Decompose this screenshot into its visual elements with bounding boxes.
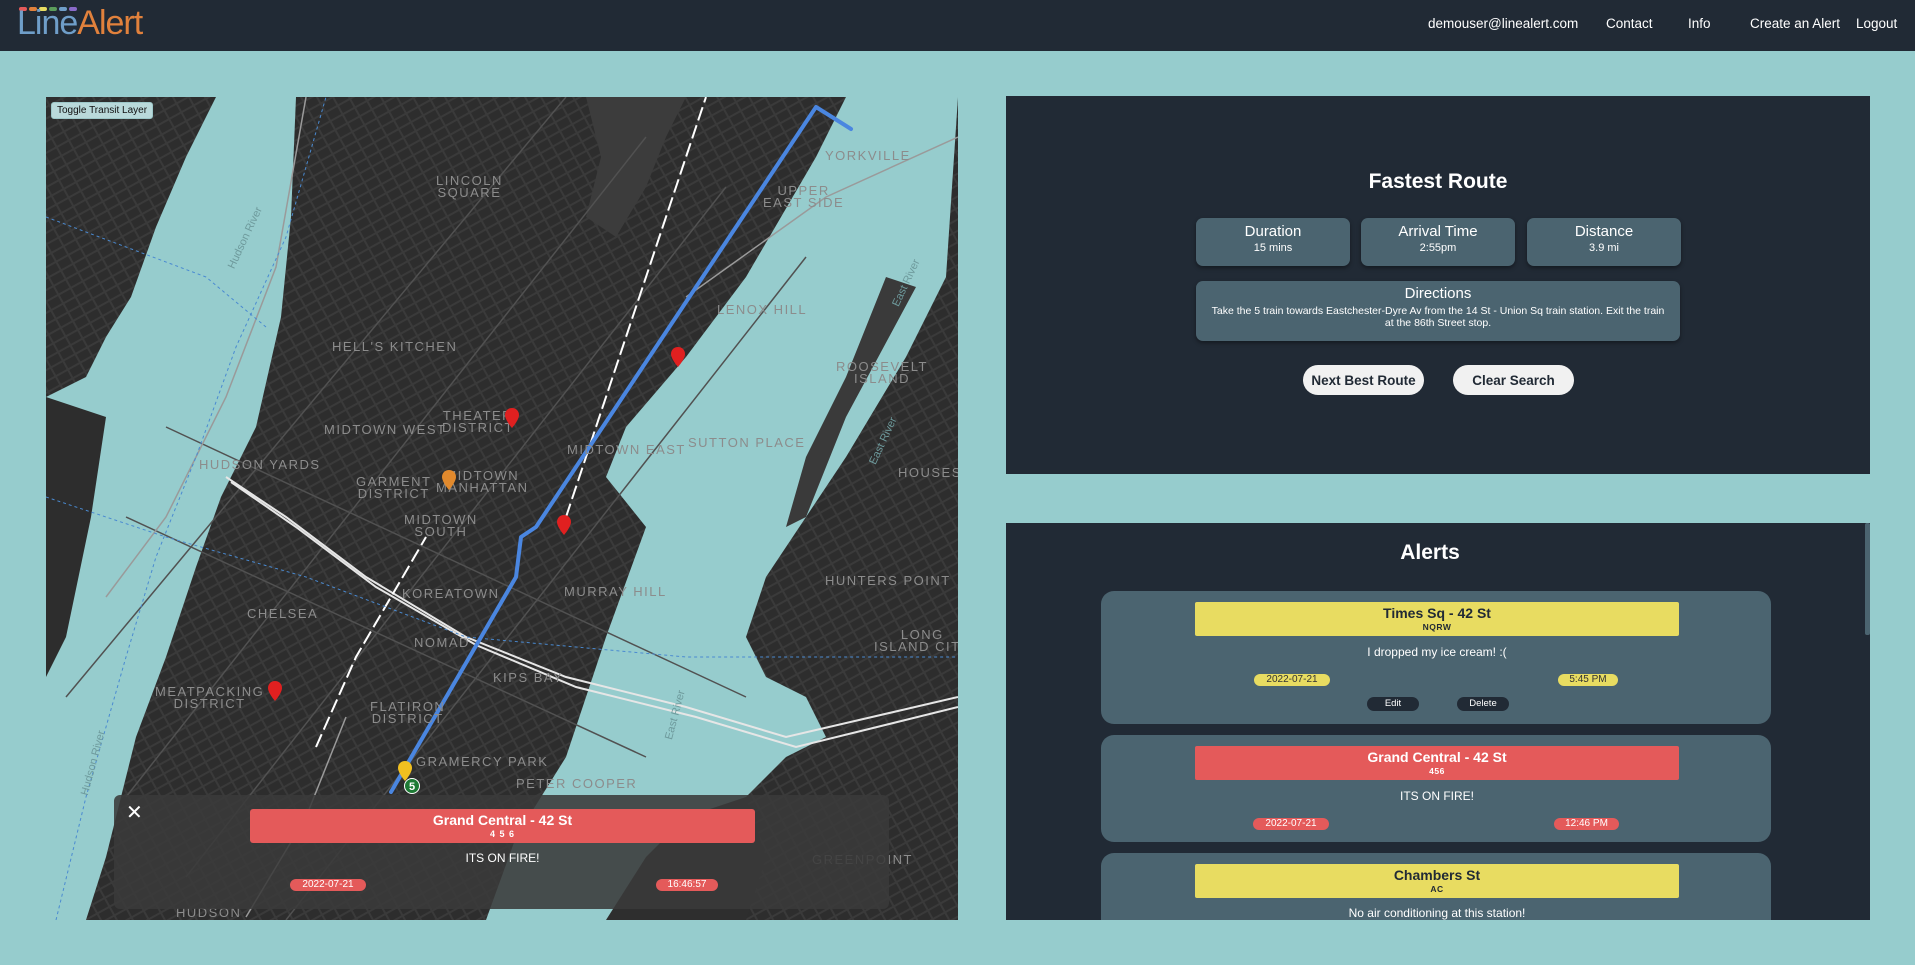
label-roosevelt-island: ROOSEVELT ISLAND <box>836 359 929 386</box>
popup-station-name: Grand Central - 42 St <box>432 812 573 828</box>
label-garment-district: GARMENT DISTRICT <box>356 474 432 501</box>
alert-station-bar: Chambers St AC <box>1195 864 1679 898</box>
nav-info[interactable]: Info <box>1688 16 1711 31</box>
distance-value: 3.9 mi <box>1589 242 1619 254</box>
label-chelsea: CHELSEA <box>247 606 319 621</box>
label-theater-district: THEATER DISTRICT <box>442 408 514 435</box>
duration-box: Duration 15 mins <box>1196 218 1350 266</box>
label-hunters-point: HUNTERS POINT <box>825 573 951 588</box>
clear-search-button[interactable]: Clear Search <box>1453 365 1574 395</box>
alert-time-badge: 12:46 PM <box>1554 818 1619 830</box>
label-yorkville: YORKVILLE <box>825 148 911 163</box>
map-marker-orange-icon[interactable] <box>442 470 456 490</box>
alert-card: Chambers St AC No air conditioning at th… <box>1101 853 1771 920</box>
label-kips-bay: KIPS BAY <box>493 670 564 685</box>
label-peter-cooper: PETER COOPER <box>516 776 638 791</box>
directions-label: Directions <box>1404 285 1472 302</box>
route-panel: Fastest Route Duration 15 mins Arrival T… <box>1006 96 1870 474</box>
map-marker-red-icon[interactable] <box>268 681 282 701</box>
alert-station-lines: AC <box>1430 884 1444 894</box>
alert-station-bar: Times Sq - 42 St NQRW <box>1195 602 1679 636</box>
label-hells-kitchen: HELL'S KITCHEN <box>332 339 458 354</box>
label-lincoln-square: LINCOLN SQUARE <box>436 173 503 200</box>
map-marker-red-icon[interactable] <box>671 347 685 367</box>
popup-time-badge: 16:46:57 <box>656 879 718 891</box>
map-marker-red-icon[interactable] <box>505 408 519 428</box>
label-sutton-place: SUTTON PLACE <box>688 435 806 450</box>
directions-box: Directions Take the 5 train towards East… <box>1196 281 1680 341</box>
next-best-route-button[interactable]: Next Best Route <box>1303 365 1424 395</box>
popup-station-bar: Grand Central - 42 St 4 5 6 <box>250 809 755 843</box>
label-hudson-yards: HUDSON YARDS <box>199 457 321 472</box>
transit-map[interactable]: Toggle Transit Layer YORKVILLE LINCOLN S… <box>46 97 958 920</box>
toggle-transit-layer-button[interactable]: Toggle Transit Layer <box>51 102 154 119</box>
popup-station-lines: 4 5 6 <box>489 829 516 839</box>
arrival-box: Arrival Time 2:55pm <box>1361 218 1515 266</box>
label-murray-hill: MURRAY HILL <box>564 584 667 599</box>
label-nomad: NOMAD <box>414 635 470 650</box>
nav-create-alert[interactable]: Create an Alert <box>1750 16 1840 31</box>
alert-message: ITS ON FIRE! <box>1399 789 1474 803</box>
distance-label: Distance <box>1574 223 1634 240</box>
logo-line-text: Line <box>17 4 78 42</box>
alerts-scrollbar[interactable] <box>1865 523 1870 635</box>
label-midtown-east: MIDTOWN EAST <box>567 442 686 457</box>
label-meatpacking-district: MEATPACKING DISTRICT <box>155 684 265 711</box>
label-long-island-city: LONG ISLAND CITY <box>874 627 958 654</box>
train-line-badge: 5 <box>404 778 420 794</box>
label-midtown-west: MIDTOWN WEST <box>324 422 447 437</box>
map-alert-popup: ✕ Grand Central - 42 St 4 5 6 ITS ON FIR… <box>114 795 889 909</box>
nav-user-email[interactable]: demouser@linealert.com <box>1428 16 1578 31</box>
map-marker-red-icon[interactable] <box>557 515 571 535</box>
label-houses: HOUSES <box>898 465 958 480</box>
route-title: Fastest Route <box>1368 170 1508 193</box>
logo[interactable]: LineAlert <box>17 3 143 43</box>
label-flatiron-district: FLATIRON DISTRICT <box>370 699 446 726</box>
duration-label: Duration <box>1244 223 1302 240</box>
label-lenox-hill: LENOX HILL <box>717 302 808 317</box>
alert-message: No air conditioning at this station! <box>1348 906 1526 920</box>
alerts-title: Alerts <box>1400 541 1460 564</box>
duration-value: 15 mins <box>1253 242 1293 254</box>
arrival-value: 2:55pm <box>1419 242 1457 254</box>
label-koreatown: KOREATOWN <box>402 586 500 601</box>
alert-station-bar: Grand Central - 42 St 456 <box>1195 746 1679 780</box>
label-midtown-south: MIDTOWN SOUTH <box>404 512 478 539</box>
alert-station-name: Chambers St <box>1393 867 1481 883</box>
popup-date-badge: 2022-07-21 <box>290 879 366 891</box>
arrival-label: Arrival Time <box>1398 223 1478 240</box>
alert-station-name: Times Sq - 42 St <box>1383 605 1491 621</box>
alert-date-badge: 2022-07-21 <box>1253 818 1329 830</box>
alerts-panel[interactable]: Alerts Times Sq - 42 St NQRW I dropped m… <box>1006 523 1870 920</box>
close-icon[interactable]: ✕ <box>126 803 143 823</box>
logo-alert-text: Alert <box>77 4 143 42</box>
distance-box: Distance 3.9 mi <box>1527 218 1681 266</box>
alert-card: Times Sq - 42 St NQRW I dropped my ice c… <box>1101 591 1771 724</box>
alert-time-badge: 5:45 PM <box>1558 674 1618 686</box>
edit-alert-button[interactable]: Edit <box>1367 697 1419 711</box>
directions-text: Take the 5 train towards Eastchester-Dyr… <box>1211 305 1665 329</box>
popup-message: ITS ON FIRE! <box>465 851 540 865</box>
alert-station-name: Grand Central - 42 St <box>1367 749 1507 765</box>
delete-alert-button[interactable]: Delete <box>1457 697 1509 711</box>
alert-station-lines: 456 <box>1429 766 1445 776</box>
nav-logout[interactable]: Logout <box>1856 16 1897 31</box>
alert-date-badge: 2022-07-21 <box>1254 674 1330 686</box>
nav-contact[interactable]: Contact <box>1606 16 1653 31</box>
alert-station-lines: NQRW <box>1422 622 1452 632</box>
alert-card: Grand Central - 42 St 456 ITS ON FIRE! 2… <box>1101 735 1771 842</box>
alert-message: I dropped my ice cream! :( <box>1367 645 1507 659</box>
label-upper-east-side: UPPER EAST SIDE <box>763 183 845 210</box>
label-gramercy-park: GRAMERCY PARK <box>416 754 549 769</box>
navbar: LineAlert demouser@linealert.com Contact… <box>0 0 1915 51</box>
